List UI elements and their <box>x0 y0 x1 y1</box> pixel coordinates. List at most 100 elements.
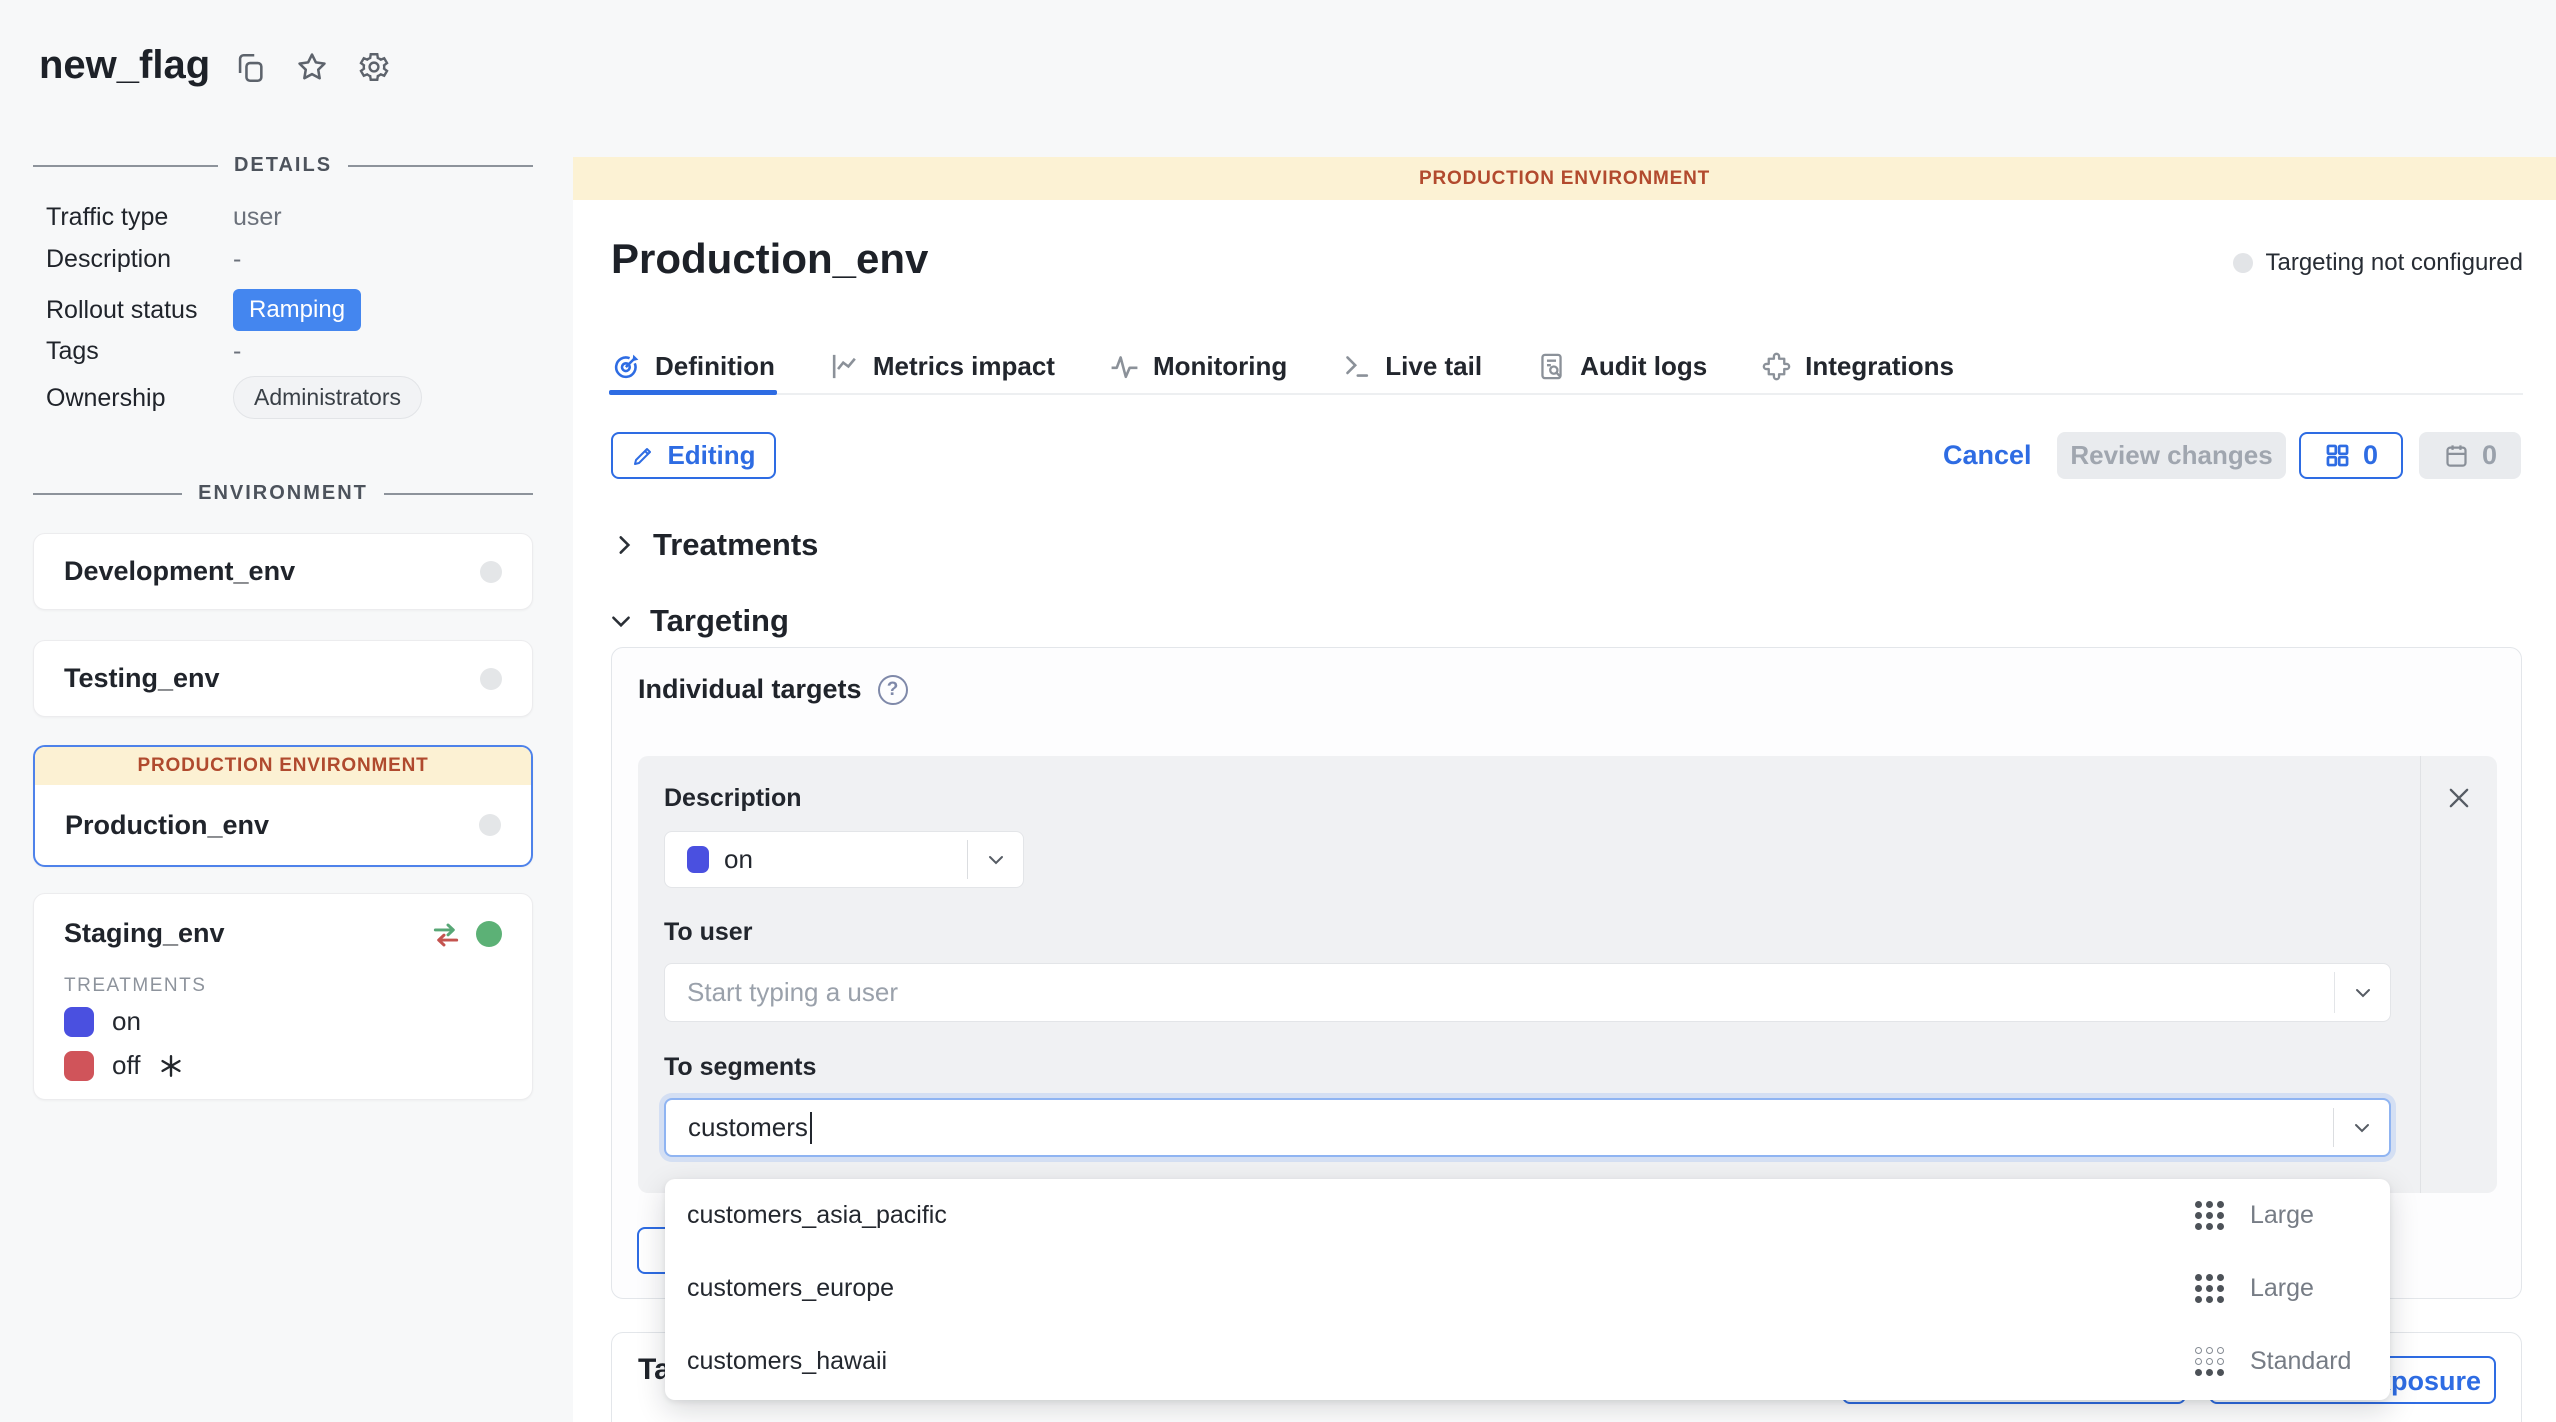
tab-audit-logs[interactable]: Audit logs <box>1536 340 1707 393</box>
remove-rule-column <box>2420 756 2497 1193</box>
segment-option[interactable]: customers_europe Large <box>665 1252 2390 1325</box>
env-name: Development_env <box>64 556 295 587</box>
description-field-label: Description <box>664 784 802 813</box>
tab-integrations[interactable]: Integrations <box>1761 340 1954 393</box>
segment-size-label: Standard <box>2250 1347 2368 1376</box>
env-active-dot <box>476 921 502 947</box>
to-user-input[interactable]: Start typing a user <box>664 963 2391 1022</box>
env-status-dot <box>480 561 502 583</box>
detail-label: Traffic type <box>46 203 168 231</box>
review-changes-button[interactable]: Review changes <box>2057 432 2286 479</box>
treatment-name: off <box>112 1050 140 1081</box>
treatment-row-off: off <box>34 1050 532 1081</box>
detail-row: Rollout status Ramping <box>46 289 197 331</box>
env-card-staging[interactable]: Staging_env TREATMENTS on off <box>33 893 533 1100</box>
default-treatment-asterisk-icon <box>158 1053 184 1079</box>
copy-icon[interactable] <box>233 51 267 85</box>
production-strip-label: PRODUCTION ENVIRONMENT <box>138 755 429 777</box>
to-segments-field-label: To segments <box>664 1053 816 1082</box>
environment-divider: ENVIRONMENT <box>33 482 533 505</box>
env-card-testing[interactable]: Testing_env <box>33 640 533 717</box>
scheduled-changes-count: 0 <box>2482 440 2497 471</box>
tab-label: Definition <box>655 351 775 382</box>
detail-value: - <box>233 337 523 366</box>
production-banner-label: PRODUCTION ENVIRONMENT <box>1419 168 1710 190</box>
treatment-select[interactable]: on <box>664 831 1024 888</box>
cancel-button[interactable]: Cancel <box>1943 440 2032 471</box>
pending-changes-count: 0 <box>2363 440 2378 471</box>
chevron-right-icon <box>611 532 637 558</box>
metrics-chart-icon <box>829 351 860 382</box>
tab-bar: Definition Metrics impact Monitoring Liv… <box>611 340 2523 395</box>
segment-grid-icon <box>2195 1347 2224 1376</box>
detail-label: Tags <box>46 337 99 365</box>
status-dot-icon <box>2233 253 2253 273</box>
tab-monitoring[interactable]: Monitoring <box>1109 340 1287 393</box>
chevron-down-icon[interactable] <box>967 840 1023 879</box>
chevron-down-icon[interactable] <box>2334 972 2390 1013</box>
targeting-section-title: Targeting <box>650 603 789 639</box>
detail-row: Traffic type user <box>46 203 168 232</box>
detail-row: Tags - <box>46 337 99 366</box>
env-name: Testing_env <box>64 663 220 694</box>
treatment-row-on: on <box>34 1006 532 1037</box>
monitoring-pulse-icon <box>1109 351 1140 382</box>
segment-grid-icon <box>2195 1274 2224 1303</box>
env-name: Staging_env <box>64 918 225 949</box>
audit-log-icon <box>1536 351 1567 382</box>
segment-name: customers_hawaii <box>687 1347 2195 1376</box>
feature-flag-page: new_flag DETAILS Traffic type user Descr… <box>0 0 2556 1422</box>
targeting-section-toggle[interactable]: Targeting <box>608 603 789 639</box>
tab-definition[interactable]: Definition <box>611 340 775 393</box>
segment-option[interactable]: customers_asia_pacific Large <box>665 1179 2390 1252</box>
tab-label: Audit logs <box>1580 351 1707 382</box>
tab-live-tail[interactable]: Live tail <box>1341 340 1482 393</box>
tab-metrics-impact[interactable]: Metrics impact <box>829 340 1055 393</box>
target-rule-block: Description on To user Start typing a us… <box>638 756 2497 1193</box>
page-title: new_flag <box>39 43 210 88</box>
treatment-name: on <box>112 1006 141 1037</box>
detail-value: - <box>233 245 523 274</box>
pending-changes-button[interactable]: 0 <box>2299 432 2403 479</box>
environment-title: Production_env <box>611 235 928 283</box>
pencil-icon <box>631 444 655 468</box>
scheduled-changes-button[interactable]: 0 <box>2419 432 2521 479</box>
detail-value: user <box>233 203 523 232</box>
treatment-on-swatch <box>64 1007 94 1037</box>
segment-option[interactable]: customers_hawaii Standard <box>665 1325 2390 1398</box>
to-segments-input[interactable]: customers <box>664 1098 2391 1157</box>
settings-gear-icon[interactable] <box>357 50 391 84</box>
editing-button[interactable]: Editing <box>611 432 776 479</box>
chevron-down-icon <box>608 608 634 634</box>
review-changes-label: Review changes <box>2070 440 2272 471</box>
to-segments-value: customers <box>688 1112 808 1143</box>
detail-label: Rollout status <box>46 296 197 324</box>
close-icon[interactable] <box>2445 784 2473 812</box>
ownership-pill: Administrators <box>233 376 422 419</box>
detail-row: Description - <box>46 245 171 274</box>
exposure-button-label-fragment: xposure <box>2376 1366 2481 1397</box>
calendar-icon <box>2443 442 2470 469</box>
segment-size-label: Large <box>2250 1274 2368 1303</box>
environment-section-title: ENVIRONMENT <box>198 482 368 505</box>
text-caret <box>810 1112 812 1144</box>
segment-size-label: Large <box>2250 1201 2368 1230</box>
details-section-title: DETAILS <box>234 154 332 177</box>
help-icon[interactable]: ? <box>878 675 908 705</box>
terminal-icon <box>1341 351 1372 382</box>
segment-name: customers_europe <box>687 1274 2195 1303</box>
favorite-star-icon[interactable] <box>295 50 329 84</box>
to-user-placeholder: Start typing a user <box>687 977 898 1008</box>
detail-row: Ownership Administrators <box>46 376 166 420</box>
treatments-section-toggle[interactable]: Treatments <box>611 527 818 563</box>
detail-label: Ownership <box>46 384 166 412</box>
swap-arrows-icon <box>430 919 462 949</box>
treatment-color-swatch <box>687 846 709 873</box>
chevron-down-icon[interactable] <box>2333 1108 2389 1147</box>
treatment-off-swatch <box>64 1051 94 1081</box>
env-card-development[interactable]: Development_env <box>33 533 533 610</box>
env-card-production[interactable]: PRODUCTION ENVIRONMENT Production_env <box>33 745 533 867</box>
to-user-field-label: To user <box>664 918 752 947</box>
segment-name: customers_asia_pacific <box>687 1201 2195 1230</box>
status-text: Targeting not configured <box>2265 249 2523 277</box>
